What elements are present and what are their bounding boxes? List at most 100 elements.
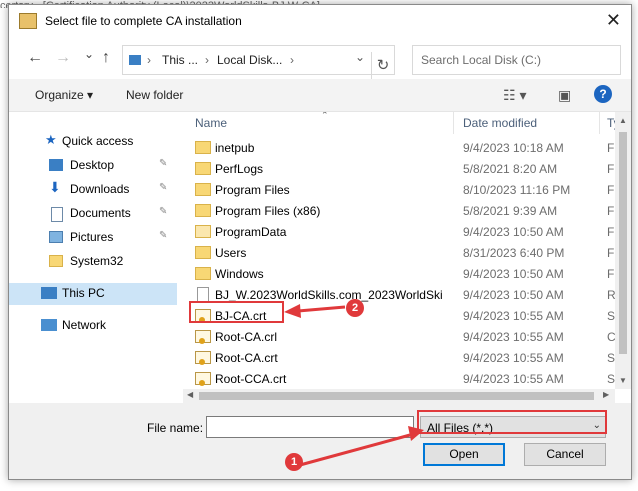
file-type: Fi <box>607 183 615 197</box>
pictures-icon <box>49 231 63 243</box>
file-row[interactable]: Program Files (x86) 5/8/2021 9:39 AM Fi <box>183 201 615 222</box>
open-button[interactable]: Open <box>423 443 505 466</box>
nav-network[interactable]: Network <box>9 315 177 337</box>
breadcrumb-separator: › <box>205 53 209 67</box>
new-folder-button[interactable]: New folder <box>126 88 183 102</box>
file-date: 5/8/2021 9:39 AM <box>463 204 558 218</box>
certificate-icon <box>195 330 211 344</box>
file-dialog: Select file to complete CA installation … <box>8 4 632 480</box>
file-name: BJ_W.2023WorldSkills.com_2023WorldSki... <box>215 288 443 302</box>
file-date: 9/4/2023 10:50 AM <box>463 225 564 239</box>
column-header-date[interactable]: Date modified <box>463 116 537 130</box>
address-bar[interactable]: › This ... › Local Disk... › ⌄ ↻ <box>122 45 395 80</box>
column-header-type[interactable]: Ty <box>607 116 615 130</box>
nav-system32[interactable]: System32 <box>9 251 177 273</box>
vertical-scrollbar[interactable]: ▲ ▼ <box>615 112 631 389</box>
preview-pane-icon[interactable]: ▣ <box>558 87 571 104</box>
file-type: Ce <box>607 330 615 344</box>
file-name: Root-CCA.crt <box>215 372 287 386</box>
nav-pictures[interactable]: Pictures ✎ <box>9 227 177 249</box>
search-input[interactable]: Search Local Disk (C:) <box>412 45 621 75</box>
certificate-icon <box>195 351 211 365</box>
file-name: Windows <box>215 267 264 281</box>
star-icon: ★ <box>45 132 57 147</box>
breadcrumb-local-disk[interactable]: Local Disk... <box>217 53 282 67</box>
view-options-icon[interactable]: ☷ ▾ <box>503 87 526 104</box>
file-type-select[interactable]: All Files (*.*) ⌄ <box>420 416 606 438</box>
scroll-left-icon[interactable]: ◀ <box>187 390 193 399</box>
file-row[interactable]: Windows 9/4/2023 10:50 AM Fi <box>183 264 615 285</box>
pin-icon: ✎ <box>159 230 168 241</box>
back-arrow-icon[interactable]: ← <box>27 49 43 67</box>
nav-quick-access[interactable]: ★ Quick access <box>9 131 177 153</box>
file-name: inetpub <box>215 141 255 155</box>
file-row[interactable]: inetpub 9/4/2023 10:18 AM Fi <box>183 138 615 159</box>
file-date: 8/31/2023 6:40 PM <box>463 246 565 260</box>
file-name: ProgramData <box>215 225 287 239</box>
file-row[interactable]: Root-CA.crt 9/4/2023 10:55 AM Se <box>183 348 615 369</box>
dialog-titlebar: Select file to complete CA installation … <box>9 5 631 37</box>
navigation-pane: ★ Quick access Desktop ✎ ⬇ Downloads ✎ D… <box>9 112 177 402</box>
address-row: ← → ⌄ ↑ › This ... › Local Disk... › ⌄ ↻… <box>9 39 631 80</box>
scroll-thumb[interactable] <box>619 132 627 354</box>
file-row[interactable]: Root-CA.crl 9/4/2023 10:55 AM Ce <box>183 327 615 348</box>
file-date: 9/4/2023 10:55 AM <box>463 372 564 386</box>
folder-icon <box>195 204 211 217</box>
file-name: Root-CA.crl <box>215 330 278 344</box>
nav-label: Downloads <box>70 182 130 196</box>
file-type: Fi <box>607 204 615 218</box>
pin-icon: ✎ <box>159 206 168 217</box>
organize-button[interactable]: Organize ▾ <box>35 88 93 102</box>
recent-locations-icon[interactable]: ⌄ <box>84 47 94 61</box>
folder-icon <box>195 141 211 154</box>
breadcrumb-this-pc[interactable]: This ... <box>162 53 198 67</box>
nav-documents[interactable]: Documents ✎ <box>9 203 177 225</box>
refresh-icon[interactable]: ↻ <box>371 52 394 80</box>
file-row[interactable]: PerfLogs 5/8/2021 8:20 AM Fi <box>183 159 615 180</box>
up-arrow-icon[interactable]: ↑ <box>102 49 110 67</box>
file-row[interactable]: BJ-CA.crt 9/4/2023 10:55 AM Se <box>183 306 615 327</box>
documents-icon <box>51 207 63 222</box>
downloads-icon: ⬇ <box>49 179 61 195</box>
file-row[interactable]: ProgramData 9/4/2023 10:50 AM Fi <box>183 222 615 243</box>
forward-arrow-icon[interactable]: → <box>55 49 71 67</box>
file-row[interactable]: Root-CCA.crt 9/4/2023 10:55 AM Se <box>183 369 615 389</box>
column-divider[interactable] <box>599 112 600 134</box>
file-row[interactable]: BJ_W.2023WorldSkills.com_2023WorldSki...… <box>183 285 615 306</box>
cancel-button[interactable]: Cancel <box>524 443 606 466</box>
this-pc-icon <box>129 55 141 65</box>
scroll-right-icon[interactable]: ▶ <box>603 390 609 399</box>
nav-this-pc[interactable]: This PC <box>9 283 177 305</box>
file-name: Program Files (x86) <box>215 204 321 218</box>
column-header-name[interactable]: Name <box>195 116 227 130</box>
scroll-thumb[interactable] <box>199 392 594 400</box>
breadcrumb-separator: › <box>290 53 294 67</box>
sort-indicator-icon: ⌃ <box>321 112 329 120</box>
computer-icon <box>41 287 57 299</box>
file-name: Program Files <box>215 183 290 197</box>
horizontal-scrollbar[interactable]: ◀ ▶ <box>183 389 615 403</box>
file-type: Se <box>607 351 615 365</box>
scroll-down-icon[interactable]: ▼ <box>619 376 627 385</box>
folder-icon <box>195 225 211 238</box>
address-dropdown-icon[interactable]: ⌄ <box>355 50 365 64</box>
file-type-value: All Files (*.*) <box>427 421 494 435</box>
file-name: PerfLogs <box>215 162 264 176</box>
nav-label: System32 <box>70 254 124 268</box>
file-type: RE <box>607 288 615 302</box>
file-row[interactable]: Users 8/31/2023 6:40 PM Fi <box>183 243 615 264</box>
file-type: Fi <box>607 141 615 155</box>
help-icon[interactable]: ? <box>594 85 612 103</box>
network-icon <box>41 319 57 331</box>
file-row[interactable]: Program Files 8/10/2023 11:16 PM Fi <box>183 180 615 201</box>
folder-icon <box>195 162 211 175</box>
file-date: 9/4/2023 10:18 AM <box>463 141 564 155</box>
file-type: Fi <box>607 267 615 281</box>
nav-downloads[interactable]: ⬇ Downloads ✎ <box>9 179 177 201</box>
column-divider[interactable] <box>453 112 454 134</box>
search-placeholder: Search Local Disk (C:) <box>421 53 542 67</box>
close-icon[interactable]: ✕ <box>606 10 621 31</box>
scroll-up-icon[interactable]: ▲ <box>619 116 627 125</box>
file-name-input[interactable] <box>206 416 414 438</box>
nav-desktop[interactable]: Desktop ✎ <box>9 155 177 177</box>
